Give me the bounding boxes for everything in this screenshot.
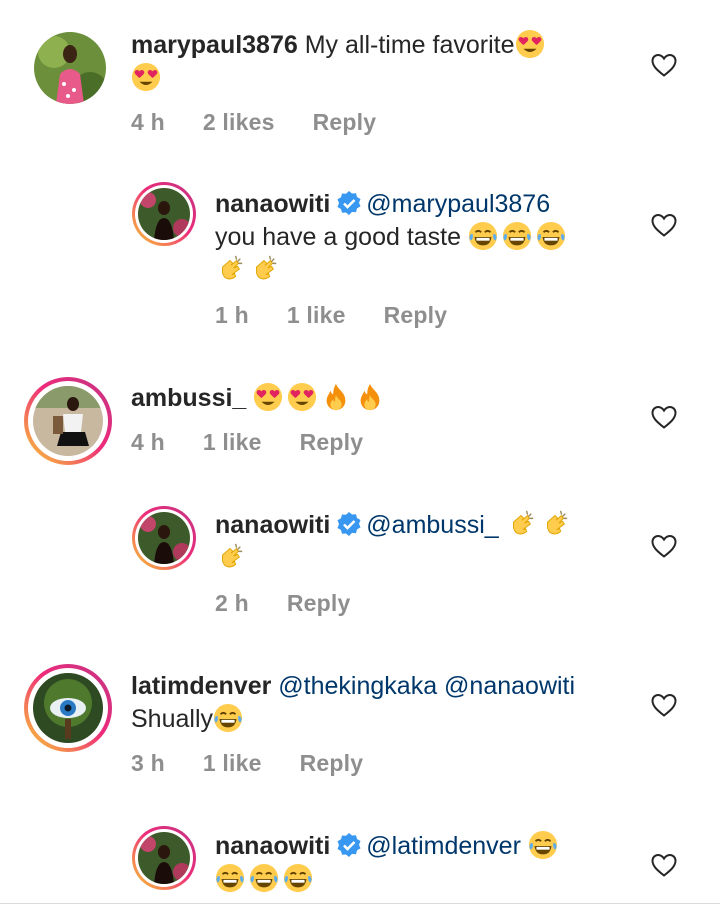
grin-tears-emoji-icon xyxy=(536,221,566,251)
avatar[interactable] xyxy=(132,182,196,246)
username[interactable]: marypaul3876 xyxy=(131,31,298,59)
timestamp: 3 h xyxy=(131,750,165,776)
verified-badge-icon xyxy=(336,832,362,858)
comment-body: Shually xyxy=(131,705,213,733)
comment-meta: 4 h 2 likes Reply xyxy=(131,109,414,136)
avatar[interactable] xyxy=(34,32,106,104)
likes-count[interactable]: 2 likes xyxy=(203,109,275,135)
comment-text: nanaowiti @latimdenver xyxy=(215,830,635,896)
clap-emoji-icon xyxy=(215,254,245,284)
comment-body: My all-time favorite xyxy=(297,31,515,59)
grin-tears-emoji-icon xyxy=(249,863,279,893)
heart-eyes-emoji-icon xyxy=(253,382,283,412)
comment-meta: 2 h Reply xyxy=(215,590,388,617)
grin-tears-emoji-icon xyxy=(213,703,243,733)
reply-button[interactable]: Reply xyxy=(287,590,351,616)
comment-text: latimdenver @thekingkaka @nanaowiti Shua… xyxy=(131,670,631,736)
username[interactable]: latimdenver xyxy=(131,672,271,700)
avatar[interactable] xyxy=(132,826,196,890)
avatar[interactable] xyxy=(24,664,112,752)
like-heart-icon[interactable] xyxy=(651,534,677,558)
username[interactable]: nanaowiti xyxy=(215,832,330,860)
comment-meta: 3 h 1 like Reply xyxy=(131,750,401,777)
clap-emoji-icon xyxy=(215,542,245,572)
clap-emoji-icon xyxy=(540,509,570,539)
comment-meta: 1 h 1 like Reply xyxy=(215,302,485,329)
mention-link[interactable]: @thekingkaka @nanaowiti xyxy=(278,672,575,700)
username[interactable]: ambussi_ xyxy=(131,384,246,412)
timestamp: 4 h xyxy=(131,429,165,455)
heart-eyes-emoji-icon xyxy=(131,62,161,92)
likes-count[interactable]: 1 like xyxy=(203,429,262,455)
heart-eyes-emoji-icon xyxy=(287,382,317,412)
reply-button[interactable]: Reply xyxy=(384,302,448,328)
username[interactable]: nanaowiti xyxy=(215,511,330,539)
grin-tears-emoji-icon xyxy=(502,221,532,251)
comment-text: nanaowiti @ambussi_ xyxy=(215,509,635,575)
comment-text: marypaul3876 My all-time favorite xyxy=(131,29,601,95)
username[interactable]: nanaowiti xyxy=(215,190,330,218)
grin-tears-emoji-icon xyxy=(468,221,498,251)
comment-text: nanaowiti @marypaul3876 you have a good t… xyxy=(215,188,635,287)
reply-button[interactable]: Reply xyxy=(300,750,364,776)
like-heart-icon[interactable] xyxy=(651,853,677,877)
verified-badge-icon xyxy=(336,190,362,216)
grin-tears-emoji-icon xyxy=(528,830,558,860)
mention-link[interactable]: @marypaul3876 xyxy=(366,190,550,218)
clap-emoji-icon xyxy=(506,509,536,539)
divider xyxy=(0,903,720,904)
mention-link[interactable]: @ambussi_ xyxy=(366,511,498,539)
likes-count[interactable]: 1 like xyxy=(203,750,262,776)
grin-tears-emoji-icon xyxy=(283,863,313,893)
like-heart-icon[interactable] xyxy=(651,405,677,429)
likes-count[interactable]: 1 like xyxy=(287,302,346,328)
like-heart-icon[interactable] xyxy=(651,693,677,717)
comment-meta: 4 h 1 like Reply xyxy=(131,429,401,456)
comment-text: ambussi_ xyxy=(131,382,551,415)
like-heart-icon[interactable] xyxy=(651,53,677,77)
like-heart-icon[interactable] xyxy=(651,213,677,237)
avatar[interactable] xyxy=(132,506,196,570)
timestamp: 4 h xyxy=(131,109,165,135)
comment-body: you have a good taste xyxy=(215,223,462,251)
clap-emoji-icon xyxy=(249,254,279,284)
fire-emoji-icon xyxy=(321,382,351,412)
fire-emoji-icon xyxy=(355,382,385,412)
grin-tears-emoji-icon xyxy=(215,863,245,893)
timestamp: 1 h xyxy=(215,302,249,328)
verified-badge-icon xyxy=(336,511,362,537)
heart-eyes-emoji-icon xyxy=(515,29,545,59)
reply-button[interactable]: Reply xyxy=(313,109,377,135)
timestamp: 2 h xyxy=(215,590,249,616)
reply-button[interactable]: Reply xyxy=(300,429,364,455)
mention-link[interactable]: @latimdenver xyxy=(366,832,521,860)
avatar[interactable] xyxy=(24,377,112,465)
